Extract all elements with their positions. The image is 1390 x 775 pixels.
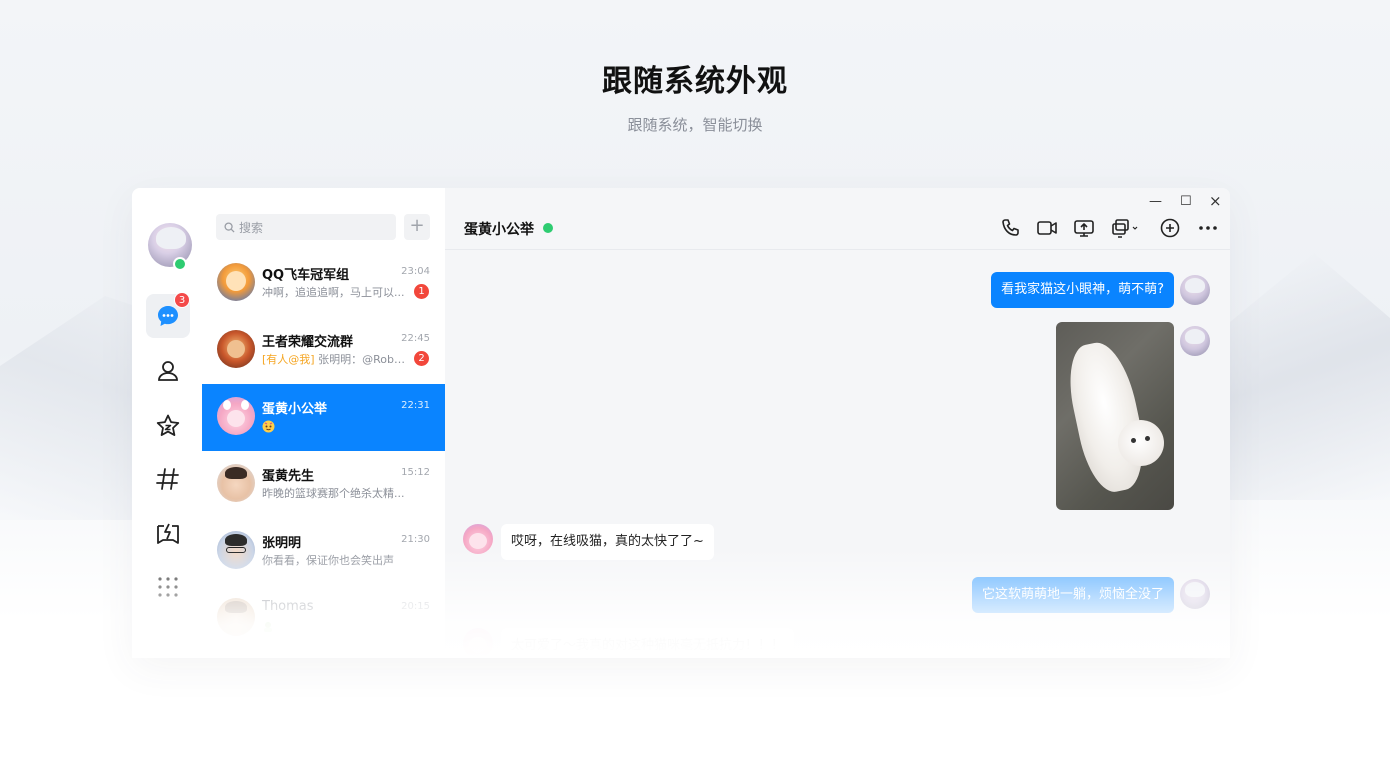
rail-messages-button[interactable]: 3 xyxy=(146,292,190,338)
conversation-name: 王者荣耀交流群 xyxy=(262,335,354,350)
conversation-item-active[interactable]: 蛋黄小公举 22:31 xyxy=(202,384,445,451)
game-center-icon xyxy=(157,523,179,544)
my-message-avatar xyxy=(1180,275,1210,305)
apps-grid-icon xyxy=(158,577,178,597)
cat-head xyxy=(1118,420,1164,466)
online-status-dot xyxy=(543,223,553,233)
conversation-time: 21:30 xyxy=(401,534,430,545)
chat-header: 蛋黄小公举 — ☐ × xyxy=(445,188,1230,250)
message-bubble-incoming[interactable]: 哎呀，在线吸猫，真的太快了了~ xyxy=(501,524,714,560)
more-options-button[interactable] xyxy=(1196,216,1220,240)
my-message-avatar xyxy=(1180,326,1210,356)
conversation-time: 20:15 xyxy=(401,601,430,612)
contact-avatar xyxy=(217,598,255,636)
rail-contacts-button[interactable] xyxy=(146,349,190,393)
more-dots-icon xyxy=(1199,226,1217,230)
preview-text: 张明明：@Robe... xyxy=(314,353,410,366)
maximize-button[interactable]: ☐ xyxy=(1180,194,1192,209)
contact-message-avatar xyxy=(463,628,493,658)
conversation-time: 22:31 xyxy=(401,400,430,411)
contacts-icon xyxy=(158,361,178,381)
add-button[interactable]: + xyxy=(404,214,430,240)
cat-eye xyxy=(1145,436,1150,441)
conversation-list: 搜索 + QQ飞车冠军组 23:04 冲啊，追追追啊，马上可以... 1 王者荣… xyxy=(202,188,445,658)
message-bubble-incoming[interactable]: 太可爱了～我真的对这种猫咪毫无抵抗力！！！ xyxy=(501,628,795,658)
conversation-preview: 昨晚的篮球赛那个绝杀太精... xyxy=(262,485,410,501)
video-camera-icon xyxy=(1037,221,1057,235)
conversation-name: 蛋黄小公举 xyxy=(262,402,328,417)
unread-badge: 1 xyxy=(414,284,429,299)
conversation-time: 15:12 xyxy=(401,467,430,478)
rail-channels-button[interactable] xyxy=(146,457,190,501)
conversation-preview: 冲啊，追追追啊，马上可以... xyxy=(262,284,410,300)
conversation-name: 蛋黄先生 xyxy=(262,469,315,484)
sticker-icon xyxy=(262,420,275,436)
video-call-button[interactable] xyxy=(1035,216,1059,240)
message-bubble-outgoing[interactable]: 它这软萌萌地一躺，烦恼全没了 xyxy=(971,577,1174,613)
sticker-icon xyxy=(262,621,274,636)
search-icon xyxy=(224,221,235,233)
contact-avatar xyxy=(217,397,255,435)
preview-text: 昨晚的篮球赛那个绝杀太精... xyxy=(262,487,405,500)
close-button[interactable]: × xyxy=(1209,192,1222,210)
conversation-time: 23:04 xyxy=(401,266,430,277)
conversation-time: 22:45 xyxy=(401,333,430,344)
conversation-name: QQ飞车冠军组 xyxy=(262,268,350,283)
add-feature-button[interactable] xyxy=(1158,216,1182,240)
screen-share-icon xyxy=(1074,220,1094,237)
minimize-button[interactable]: — xyxy=(1149,194,1162,209)
search-row: 搜索 + xyxy=(216,214,430,240)
contact-avatar xyxy=(217,464,255,502)
my-message-avatar xyxy=(1180,579,1210,609)
star-icon xyxy=(156,414,180,436)
rail-more-button[interactable] xyxy=(146,565,190,609)
conversation-item[interactable]: 王者荣耀交流群 22:45 [有人@我] 张明明：@Robe... 2 xyxy=(202,317,445,384)
message-bubble-outgoing[interactable]: 看我家猫这小眼神，萌不萌? xyxy=(991,272,1174,308)
chat-title: 蛋黄小公举 xyxy=(464,222,534,238)
chat-panel: 蛋黄小公举 — ☐ × 看我家猫这小眼神，萌不萌? 哎呀，在线吸猫，真的太快了了… xyxy=(445,188,1230,658)
phone-icon xyxy=(1002,219,1019,236)
plus-circle-icon xyxy=(1160,218,1180,238)
remote-desktop-icon xyxy=(1112,219,1138,238)
rail-favorites-button[interactable] xyxy=(146,404,190,448)
headline: 跟随系统外观 跟随系统，智能切换 xyxy=(0,56,1390,135)
messages-badge: 3 xyxy=(174,292,190,308)
remote-assist-button[interactable] xyxy=(1111,216,1141,240)
conversation-item[interactable]: Thomas 20:15 xyxy=(202,585,445,652)
search-input[interactable]: 搜索 xyxy=(216,214,396,240)
unread-badge: 2 xyxy=(414,351,429,366)
voice-call-button[interactable] xyxy=(999,216,1023,240)
preview-text: 你看看，保证你也会笑出声 xyxy=(262,554,394,567)
conversation-preview: [有人@我] 张明明：@Robe... xyxy=(262,351,410,367)
online-status-dot xyxy=(173,257,187,271)
conversation-item[interactable]: 蛋黄先生 15:12 昨晚的篮球赛那个绝杀太精... xyxy=(202,451,445,518)
cat-eye xyxy=(1131,438,1136,443)
group-avatar xyxy=(217,330,255,368)
cat-body xyxy=(1061,337,1153,497)
preview-text: 冲啊，追追追啊，马上可以... xyxy=(262,286,405,299)
conversation-preview: 你看看，保证你也会笑出声 xyxy=(262,552,410,568)
conversation-item[interactable]: QQ飞车冠军组 23:04 冲啊，追追追啊，马上可以... 1 xyxy=(202,250,445,317)
rail-games-button[interactable] xyxy=(146,512,190,556)
conversation-item[interactable]: 张明明 21:30 你看看，保证你也会笑出声 xyxy=(202,518,445,585)
screen-share-button[interactable] xyxy=(1072,216,1096,240)
group-avatar xyxy=(217,263,255,301)
mention-tag: [有人@我] xyxy=(262,353,315,366)
search-placeholder: 搜索 xyxy=(239,220,264,235)
conversation-name: 张明明 xyxy=(262,536,302,551)
headline-title: 跟随系统外观 xyxy=(602,64,788,99)
nav-rail: 3 xyxy=(132,188,202,658)
contact-avatar xyxy=(217,531,255,569)
contact-message-avatar xyxy=(463,524,493,554)
app-window: 3 搜索 + QQ飞车冠军组 23:04 冲啊，追追追啊，马上可以... 1 王… xyxy=(132,188,1230,658)
message-image-cat[interactable] xyxy=(1056,322,1174,510)
conversation-name: Thomas xyxy=(262,599,314,614)
headline-subtitle: 跟随系统，智能切换 xyxy=(627,116,763,134)
hashtag-icon xyxy=(156,468,179,490)
